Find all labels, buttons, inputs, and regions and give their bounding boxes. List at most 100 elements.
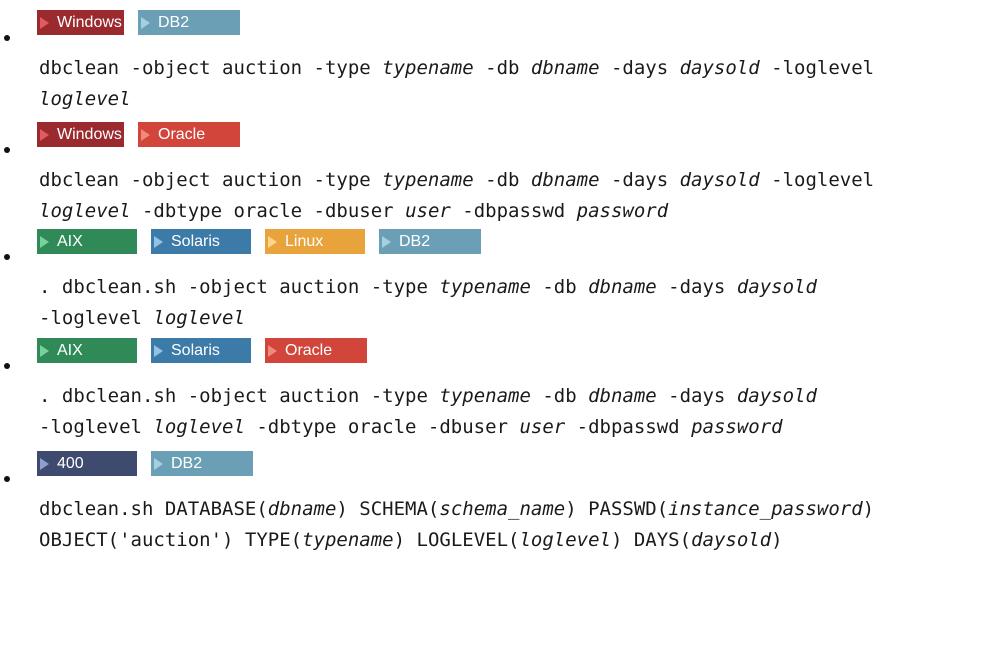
command-parameter: typename [439, 385, 531, 407]
command-text: -dbpasswd [565, 416, 692, 438]
triangle-right-icon [154, 457, 163, 470]
platform-badges: 400 DB2 [37, 451, 253, 476]
command-text: dbclean.sh DATABASE( [39, 498, 268, 520]
bullet-point [4, 363, 10, 369]
command-parameter: schema_name [439, 498, 566, 520]
command-parameter: loglevel [519, 529, 611, 551]
platform-badge-label: Solaris [171, 341, 220, 359]
command-parameter: daysold [691, 529, 772, 551]
command-parameter: dbname [588, 276, 657, 298]
platform-badge-label: Oracle [158, 125, 206, 143]
command-parameter: daysold [679, 57, 760, 79]
command-line: dbclean -object auction -type typename -… [39, 53, 874, 84]
bullet-point [4, 35, 10, 41]
command-parameter: dbname [267, 498, 337, 520]
command-parameter: loglevel [39, 200, 131, 222]
command-parameter: loglevel [39, 88, 131, 110]
triangle-right-icon [154, 344, 163, 357]
triangle-right-icon [154, 235, 163, 248]
platform-badge-solaris: Solaris [151, 229, 251, 254]
command-text: -db [473, 57, 531, 79]
command-parameter: typename [439, 276, 531, 298]
platform-badge-aix: AIX [37, 338, 137, 363]
command-text: -loglevel [39, 416, 154, 438]
platform-badges: Windows Oracle [37, 122, 240, 147]
command-text: . dbclean.sh -object auction -type [39, 385, 440, 407]
command-line: . dbclean.sh -object auction -type typen… [39, 381, 817, 412]
platform-badge-label: DB2 [158, 13, 190, 31]
platform-badge-400: 400 [37, 451, 137, 476]
command-line: -loglevel loglevel -dbtype oracle -dbuse… [39, 412, 783, 443]
command-parameter: typename [302, 529, 394, 551]
triangle-right-icon [141, 16, 150, 29]
triangle-right-icon [268, 235, 277, 248]
command-parameter: user [405, 200, 451, 222]
triangle-right-icon [382, 235, 391, 248]
platform-badges: AIX Solaris Oracle [37, 338, 367, 363]
command-text: dbclean -object auction -type [39, 57, 383, 79]
bullet-point [4, 254, 10, 260]
command-line: dbclean -object auction -type typename -… [39, 165, 874, 196]
command-line: dbclean.sh DATABASE(dbname) SCHEMA(schem… [39, 494, 874, 525]
platform-badge-label: DB2 [399, 232, 431, 250]
command-parameter: loglevel [153, 416, 245, 438]
triangle-right-icon [40, 16, 49, 29]
platform-badge-label: Oracle [285, 341, 333, 359]
command-text: -dbtype oracle -dbuser [130, 200, 406, 222]
platform-badge-label: 400 [57, 454, 84, 472]
triangle-right-icon [40, 128, 49, 141]
platform-badge-solaris: Solaris [151, 338, 251, 363]
command-text: -db [473, 169, 531, 191]
command-text: -days [656, 276, 737, 298]
platform-badge-linux: Linux [265, 229, 365, 254]
platform-badge-db2: DB2 [379, 229, 481, 254]
command-parameter: daysold [736, 385, 817, 407]
platform-badges: Windows DB2 [37, 10, 240, 35]
command-line: -loglevel loglevel [39, 303, 245, 334]
command-parameter: daysold [679, 169, 760, 191]
bullet-point [4, 147, 10, 153]
platform-badge-label: Windows [57, 125, 122, 143]
command-text: -days [656, 385, 737, 407]
command-text: ) [771, 529, 783, 551]
command-text: -db [530, 385, 589, 407]
command-text: ) [862, 498, 875, 520]
command-parameter: user [519, 416, 566, 438]
platform-badge-label: AIX [57, 232, 83, 250]
command-text: dbclean -object auction -type [39, 169, 383, 191]
command-text: -dbtype oracle -dbuser [244, 416, 520, 438]
command-text: ) DAYS( [610, 529, 692, 551]
command-text: -loglevel [759, 169, 875, 191]
command-parameter: typename [382, 57, 474, 79]
command-text: OBJECT('auction') TYPE( [39, 529, 303, 551]
command-text: -days [599, 169, 680, 191]
command-parameter: loglevel [153, 307, 245, 329]
platform-badge-aix: AIX [37, 229, 137, 254]
command-text: -loglevel [39, 307, 154, 329]
triangle-right-icon [40, 457, 49, 470]
triangle-right-icon [40, 235, 49, 248]
command-line: loglevel -dbtype oracle -dbuser user -db… [39, 196, 668, 227]
platform-badge-label: DB2 [171, 454, 203, 472]
platform-badge-label: Windows [57, 13, 122, 31]
command-parameter: instance_password [668, 498, 863, 520]
platform-badge-label: Linux [285, 232, 324, 250]
platform-badge-label: Solaris [171, 232, 220, 250]
platform-badge-db2: DB2 [151, 451, 253, 476]
platform-badge-db2: DB2 [138, 10, 240, 35]
command-parameter: typename [382, 169, 474, 191]
triangle-right-icon [268, 344, 277, 357]
triangle-right-icon [40, 344, 49, 357]
command-text: -dbpasswd [450, 200, 577, 222]
command-text: . dbclean.sh -object auction -type [39, 276, 440, 298]
command-line: OBJECT('auction') TYPE(typename) LOGLEVE… [39, 525, 783, 556]
command-parameter: dbname [588, 385, 657, 407]
platform-badges: AIX Solaris Linux DB2 [37, 229, 481, 254]
command-parameter: dbname [530, 57, 600, 79]
platform-badge-windows: Windows [37, 122, 124, 147]
bullet-point [4, 476, 10, 482]
command-text: ) PASSWD( [565, 498, 669, 520]
platform-badge-windows: Windows [37, 10, 124, 35]
command-parameter: daysold [736, 276, 817, 298]
command-text: -loglevel [759, 57, 875, 79]
